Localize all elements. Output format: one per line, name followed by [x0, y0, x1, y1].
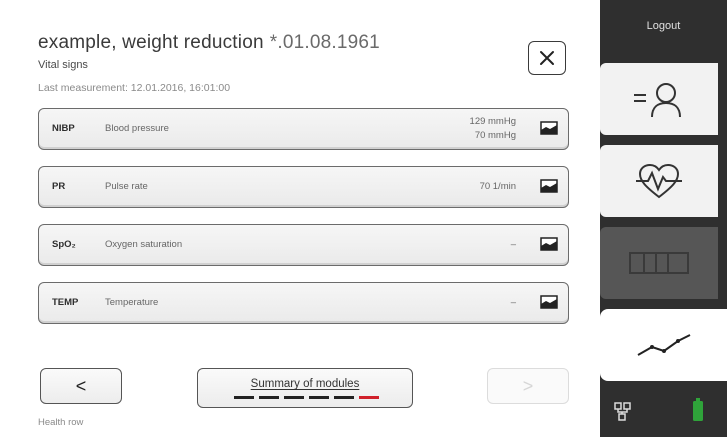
- vital-value-diastolic: 70 mmHg: [474, 130, 516, 141]
- vital-row-pr[interactable]: PR Pulse rate 70 1/min: [38, 166, 569, 208]
- vital-signs-screen: example, weight reduction *.01.08.1961 Vi…: [0, 0, 727, 437]
- vital-row-spo2[interactable]: SpO₂ Oxygen saturation –: [38, 224, 569, 266]
- vital-signs-icon: [636, 163, 682, 199]
- back-button-label: Health row: [38, 417, 84, 428]
- chevron-right-icon: >: [522, 375, 534, 396]
- forward-button[interactable]: >: [487, 368, 569, 404]
- module-dash: [309, 396, 329, 399]
- vital-name: Temperature: [105, 297, 159, 308]
- vital-value: –: [510, 297, 516, 308]
- patient-name: example, weight reduction: [38, 32, 264, 53]
- vital-value: –: [510, 239, 516, 250]
- page-subtitle: Vital signs: [38, 59, 88, 71]
- status-bar: [600, 384, 727, 437]
- vital-name: Pulse rate: [105, 181, 148, 192]
- patient-name-heading: example, weight reduction *.01.08.1961: [38, 32, 380, 54]
- logout-button[interactable]: Logout: [600, 0, 727, 52]
- vital-name: Blood pressure: [105, 123, 169, 134]
- tab-patient[interactable]: [600, 63, 718, 135]
- vital-value: 129 mmHg 70 mmHg: [470, 115, 516, 143]
- module-icon: [540, 121, 558, 135]
- tab-trend[interactable]: [600, 309, 727, 381]
- module-icon: [540, 295, 558, 309]
- chevron-left-icon: <: [75, 375, 87, 396]
- vital-row-nibp[interactable]: NIBP Blood pressure 129 mmHg 70 mmHg: [38, 108, 569, 150]
- vital-name: Oxygen saturation: [105, 239, 183, 250]
- trend-icon: [637, 334, 690, 356]
- vital-abbr: PR: [52, 181, 66, 192]
- battery-icon: [693, 398, 703, 421]
- module-icon: [540, 179, 558, 193]
- close-button[interactable]: [528, 41, 566, 75]
- vital-row-temp[interactable]: TEMP Temperature –: [38, 282, 569, 324]
- vital-abbr: NIBP: [52, 123, 75, 134]
- last-measurement-text: Last measurement: 12.01.2016, 16:01:00: [38, 82, 231, 94]
- vital-abbr: TEMP: [52, 297, 79, 308]
- vital-value-systolic: 129 mmHg: [469, 116, 516, 127]
- patient-dob: *.01.08.1961: [269, 32, 380, 53]
- module-dash: [334, 396, 354, 399]
- module-dash: [259, 396, 279, 399]
- patient-list-icon: [634, 83, 681, 118]
- module-dash: [284, 396, 304, 399]
- vital-value: 70 1/min: [479, 181, 516, 192]
- sidebar: Logout: [600, 0, 727, 437]
- tab-device[interactable]: [600, 227, 718, 299]
- module-dash-active: [359, 396, 379, 399]
- close-icon: [540, 51, 554, 65]
- vital-abbr: SpO₂: [52, 239, 76, 250]
- tab-vital-signs[interactable]: [600, 145, 718, 217]
- device-icon: [629, 252, 689, 274]
- module-progress-indicator: [234, 396, 379, 399]
- module-dash: [234, 396, 254, 399]
- network-icon: [614, 402, 631, 421]
- back-button[interactable]: <: [40, 368, 122, 404]
- summary-of-modules-button[interactable]: Summary of modules: [197, 368, 413, 408]
- summary-of-modules-label: Summary of modules: [250, 378, 360, 390]
- module-icon: [540, 237, 558, 251]
